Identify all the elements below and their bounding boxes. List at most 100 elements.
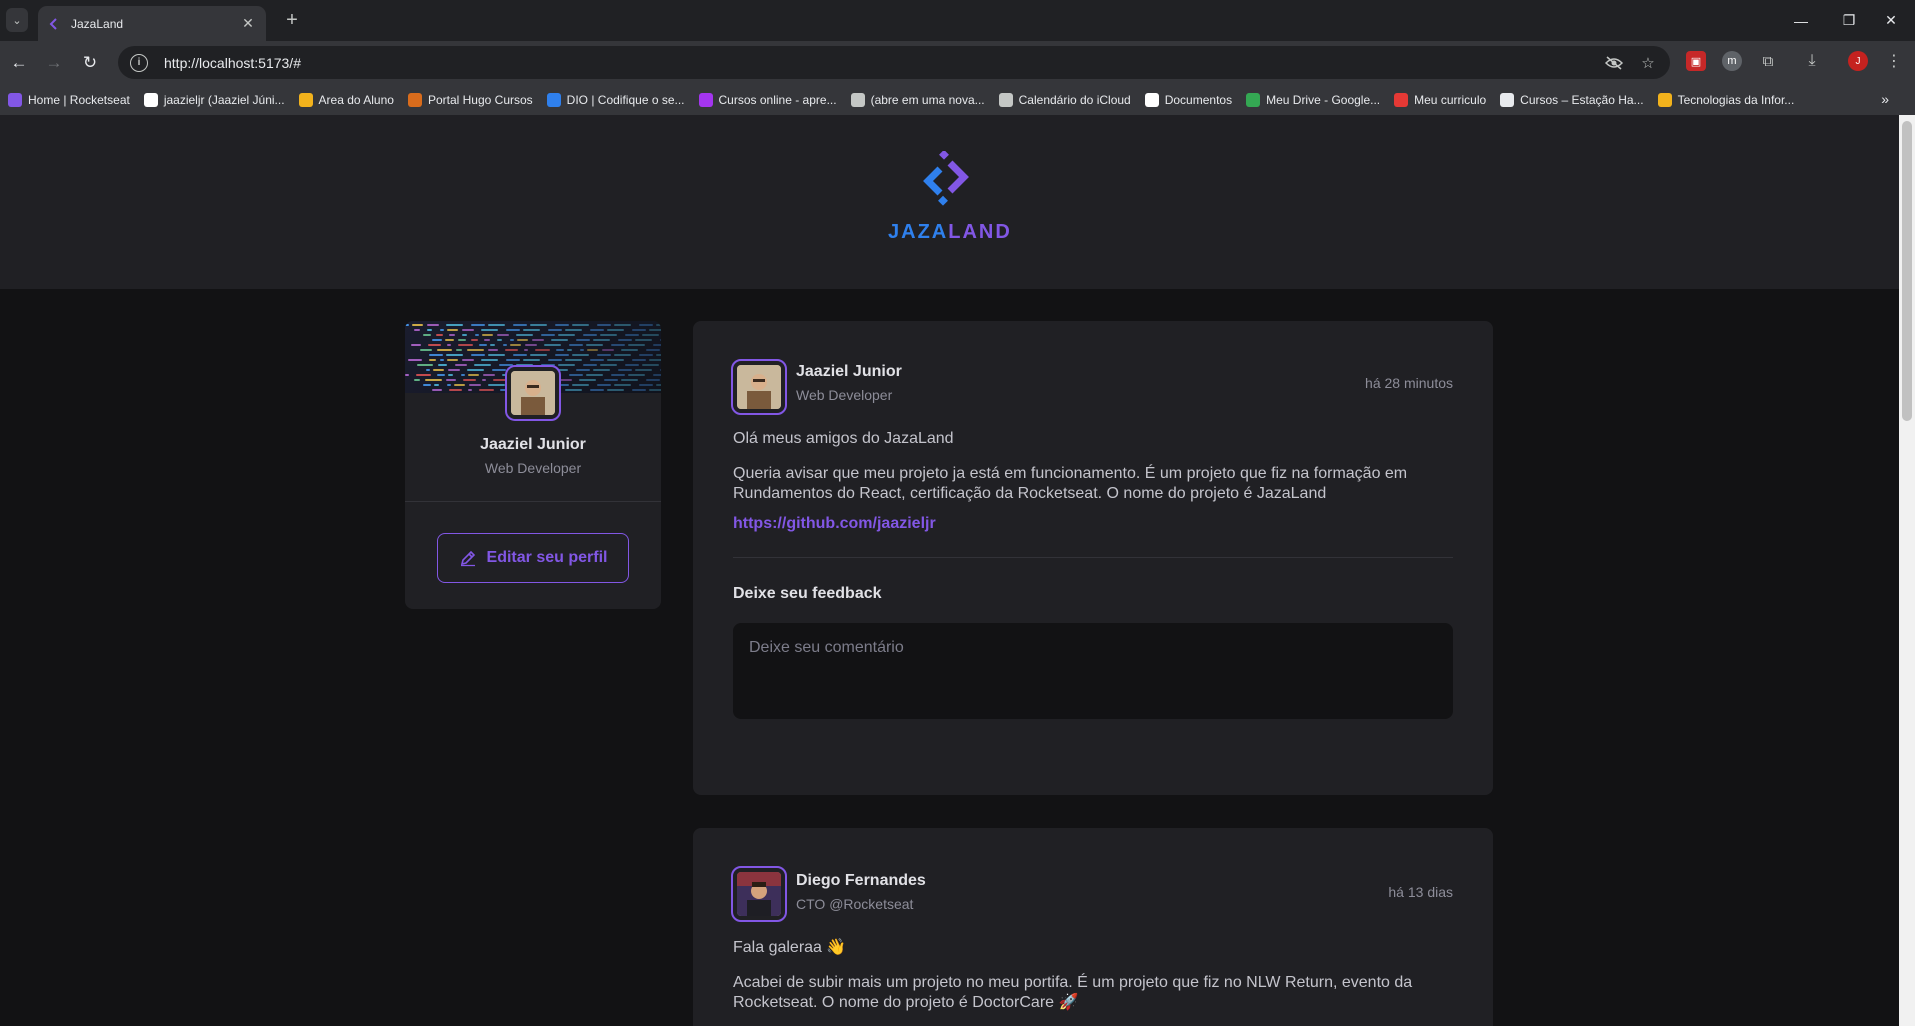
- apple-icon: [998, 92, 1013, 107]
- post-card: Diego Fernandes CTO @Rocketseat há 13 di…: [693, 828, 1493, 1026]
- cover-code-streak: [449, 389, 462, 391]
- drive-icon: [1246, 92, 1261, 107]
- forward-button[interactable]: →: [40, 49, 68, 77]
- cover-code-streak: [405, 374, 409, 376]
- post-author-name[interactable]: Jaaziel Junior: [796, 363, 902, 381]
- cover-code-streak: [446, 324, 463, 326]
- udemy-icon: [698, 92, 713, 107]
- bookmark-item[interactable]: Calendário do iCloud: [998, 92, 1131, 107]
- cover-code-streak: [428, 344, 441, 346]
- extension-m-icon[interactable]: m: [1722, 51, 1742, 71]
- minimize-button[interactable]: —: [1777, 0, 1825, 41]
- back-button[interactable]: ←: [5, 49, 33, 77]
- cover-code-streak: [653, 344, 661, 346]
- post-author-name[interactable]: Diego Fernandes: [796, 872, 926, 890]
- bookmark-item[interactable]: Portal Hugo Cursos: [407, 92, 533, 107]
- cover-code-streak: [660, 339, 661, 341]
- tab-search-button[interactable]: ⌄: [6, 8, 28, 32]
- cover-code-streak: [447, 329, 458, 331]
- restore-button[interactable]: ❐: [1825, 0, 1873, 41]
- reload-icon: ↻: [82, 53, 98, 72]
- cover-code-streak: [590, 359, 604, 361]
- cover-code-streak: [411, 344, 421, 346]
- browser-tab[interactable]: JazaLand ✕: [38, 6, 266, 41]
- reload-button[interactable]: ↻: [76, 49, 104, 77]
- extension-red-icon[interactable]: ▣: [1686, 51, 1706, 71]
- cover-code-streak: [628, 374, 645, 376]
- page-scrollbar[interactable]: [1899, 115, 1915, 1026]
- cover-code-streak: [482, 334, 493, 336]
- more-vert-icon[interactable]: ⋮: [1884, 51, 1904, 71]
- cover-code-streak: [646, 379, 660, 381]
- profile-name: Jaaziel Junior: [480, 436, 586, 453]
- bookmark-item[interactable]: Meu Drive - Google...: [1246, 92, 1380, 107]
- cover-code-streak: [462, 329, 474, 331]
- cover-code-streak: [488, 354, 505, 356]
- bookmark-item[interactable]: Documentos: [1144, 92, 1232, 107]
- edit-profile-button[interactable]: Editar seu perfil: [437, 533, 629, 583]
- cover-code-streak: [481, 329, 498, 331]
- cover-code-streak: [632, 329, 646, 331]
- bookmark-star-icon[interactable]: ☆: [1638, 53, 1658, 73]
- bookmark-item[interactable]: Home | Rocketseat: [8, 92, 130, 107]
- download-icon[interactable]: ⤓: [1802, 51, 1822, 71]
- bookmark-item[interactable]: Cursos – Estação Ha...: [1500, 92, 1644, 107]
- feedback-title: Deixe seu feedback: [733, 585, 882, 602]
- cover-code-streak: [438, 364, 447, 366]
- profile-avatar[interactable]: J: [1848, 51, 1868, 71]
- cover-code-streak: [586, 344, 603, 346]
- cover-code-streak: [458, 344, 473, 346]
- cover-code-streak: [649, 359, 661, 361]
- bookmarks-bar: Home | Rocketseat jaazieljr (Jaaziel Júni…: [0, 84, 1915, 115]
- cover-code-streak: [497, 339, 502, 341]
- cover-code-streak: [628, 344, 645, 346]
- user-avatar-icon: [511, 371, 555, 415]
- profile-role: Web Developer: [484, 460, 582, 476]
- window-close-button[interactable]: ✕: [1867, 0, 1915, 41]
- cover-code-streak: [530, 324, 547, 326]
- bookmark-item[interactable]: Meu curriculo: [1394, 92, 1486, 107]
- post-time: há 28 minutos: [1365, 375, 1453, 391]
- eye-off-icon[interactable]: [1604, 53, 1624, 73]
- cover-code-streak: [656, 384, 661, 386]
- cover-code-streak: [593, 339, 610, 341]
- bookmark-item[interactable]: Tecnologias da Infor...: [1657, 92, 1794, 107]
- post-paragraph: Queria avisar que meu projeto ja está em…: [733, 465, 1408, 502]
- address-bar[interactable]: i http://localhost:5173/# ☆: [118, 46, 1670, 79]
- avatar[interactable]: [731, 359, 787, 415]
- page-content: JAZALAND Jaaziel Junior Web Developer Ed…: [0, 115, 1899, 1026]
- cover-code-streak: [513, 354, 527, 356]
- extensions-puzzle-icon[interactable]: ⧉: [1758, 51, 1778, 71]
- close-icon[interactable]: ✕: [240, 15, 256, 32]
- bookmark-item[interactable]: Area do Aluno: [298, 92, 394, 107]
- avatar[interactable]: [731, 866, 787, 922]
- cover-code-streak: [569, 344, 583, 346]
- cover-code-streak: [506, 359, 520, 361]
- cover-code-streak: [590, 389, 604, 391]
- cover-code-streak: [639, 324, 653, 326]
- cover-code-streak: [597, 384, 611, 386]
- bookmarks-overflow-icon[interactable]: »: [1881, 91, 1889, 107]
- cover-code-streak: [560, 379, 572, 381]
- bookmark-item[interactable]: Cursos online - apre...: [698, 92, 837, 107]
- comment-input[interactable]: [733, 623, 1453, 719]
- bookmark-item[interactable]: (abre em uma nova...: [850, 92, 985, 107]
- avatar[interactable]: [505, 365, 561, 421]
- cover-code-streak: [523, 329, 540, 331]
- cover-code-streak: [463, 379, 476, 381]
- cover-code-streak: [555, 324, 569, 326]
- cover-code-streak: [490, 344, 495, 346]
- post-paragraph: Acabei de subir mais um projeto no meu p…: [733, 974, 1413, 1011]
- info-icon[interactable]: i: [130, 53, 148, 72]
- scrollbar-thumb[interactable]: [1902, 121, 1912, 421]
- bookmark-label: (abre em uma nova...: [870, 92, 985, 107]
- post-link[interactable]: https://github.com/jaazieljr: [733, 515, 936, 533]
- browser-tab-bar: ⌄ JazaLand ✕ + — ❐ ✕: [0, 0, 1915, 41]
- dio-icon: [546, 92, 561, 107]
- cover-code-streak: [429, 359, 436, 361]
- cover-code-streak: [590, 329, 604, 331]
- bookmark-item[interactable]: jaazieljr (Jaaziel Júni...: [143, 92, 285, 107]
- bookmark-item[interactable]: DIO | Codifique o se...: [546, 92, 685, 107]
- new-tab-button[interactable]: +: [280, 9, 304, 31]
- cover-code-streak: [583, 364, 597, 366]
